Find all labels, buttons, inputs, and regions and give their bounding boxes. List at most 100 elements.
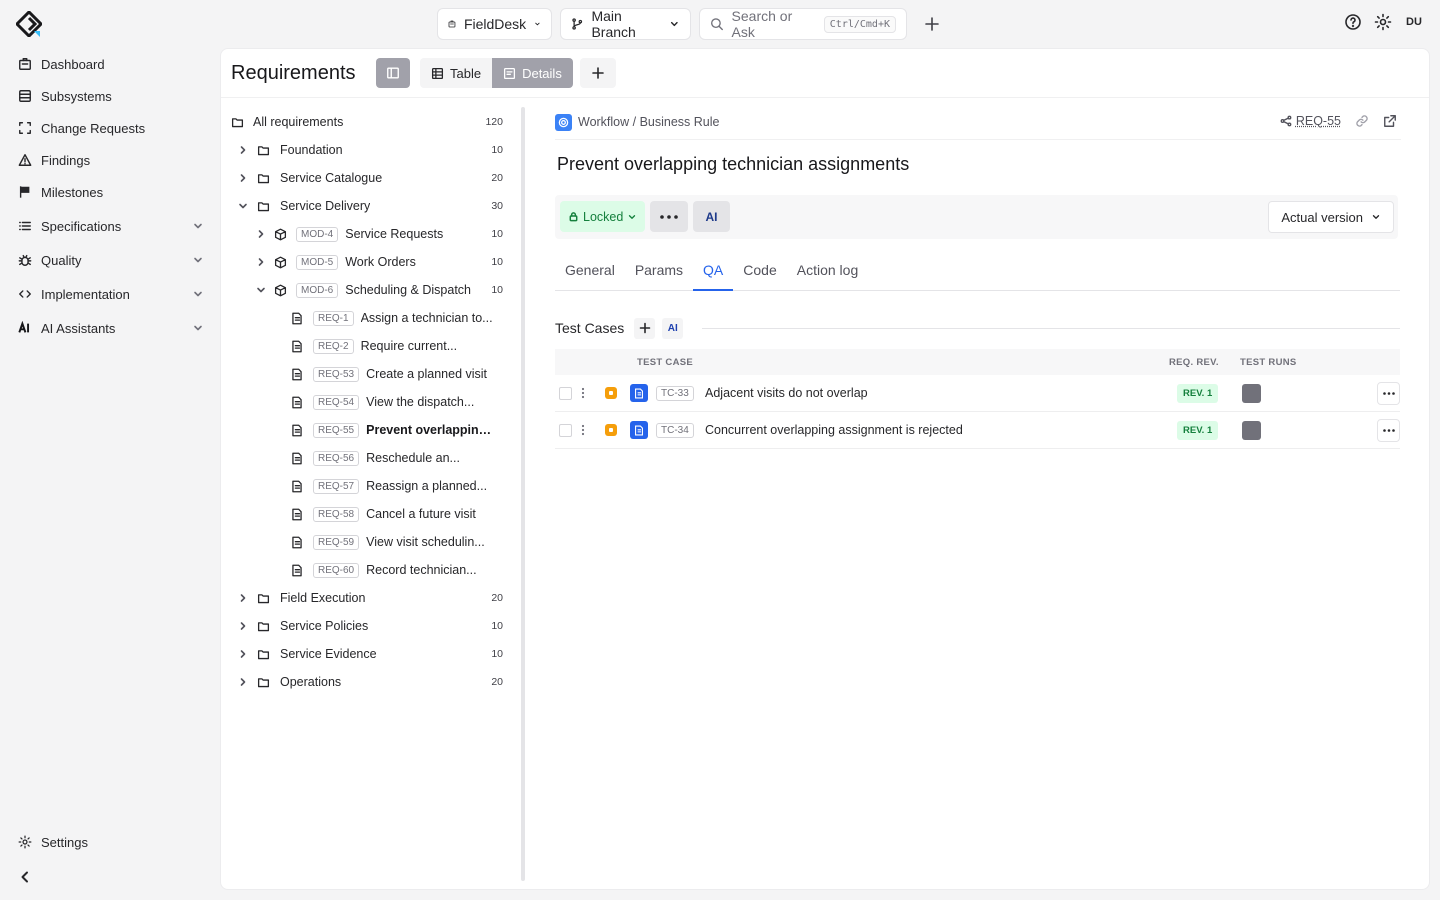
sidebar-item-settings[interactable]: Settings <box>0 826 220 858</box>
status-badge[interactable]: Locked <box>560 201 646 232</box>
tab-table-view[interactable]: Table <box>420 58 493 88</box>
requirement-id: REQ-2 <box>313 338 354 354</box>
tree-folder[interactable]: Operations 20 <box>221 668 511 696</box>
chevron-down-icon <box>629 214 636 219</box>
row-actions-button[interactable] <box>1377 381 1400 405</box>
row-checkbox[interactable] <box>559 423 572 437</box>
open-external-icon[interactable] <box>1383 114 1397 128</box>
add-view-button[interactable] <box>580 58 616 88</box>
tree-count: 120 <box>485 116 503 128</box>
drag-handle-icon[interactable] <box>581 387 585 399</box>
collapse-sidebar-button[interactable] <box>18 870 32 884</box>
tree-folder[interactable]: Field Execution 20 <box>221 584 511 612</box>
tree-folder[interactable]: Service Policies 10 <box>221 612 511 640</box>
tree-requirement[interactable]: REQ-57 Reassign a planned... <box>221 472 511 500</box>
tree-count: 10 <box>491 284 503 296</box>
add-test-case-button[interactable] <box>634 317 656 339</box>
more-actions-button[interactable] <box>650 201 688 232</box>
workspace-switcher[interactable]: FieldDesk <box>437 8 552 40</box>
revision-badge: REV. 1 <box>1177 420 1219 440</box>
tree-requirement[interactable]: REQ-58 Cancel a future visit <box>221 500 511 528</box>
scan-icon <box>19 122 31 134</box>
table-row[interactable]: TC-34 Concurrent overlapping assignment … <box>555 412 1400 449</box>
sidebar-item-quality[interactable]: Quality <box>0 244 220 276</box>
app-logo[interactable] <box>16 11 42 37</box>
tree-folder[interactable]: Service Delivery 30 <box>221 192 511 220</box>
tree-module[interactable]: MOD-6 Scheduling & Dispatch 10 <box>221 276 511 304</box>
tab-action-log[interactable]: Action log <box>787 251 868 291</box>
test-run-status[interactable] <box>1242 420 1261 440</box>
folder-icon <box>257 621 270 631</box>
table-row[interactable]: TC-33 Adjacent visits do not overlap REV… <box>555 375 1400 412</box>
workspace-name: FieldDesk <box>463 16 527 32</box>
tree-requirement-selected[interactable]: REQ-55 Prevent overlapping... <box>221 416 511 444</box>
sidebar-item-ai-assistants[interactable]: AI Assistants <box>0 312 220 344</box>
column-test-case[interactable]: TEST CASE <box>637 357 693 368</box>
tab-params[interactable]: Params <box>625 251 693 291</box>
tree-requirement[interactable]: REQ-54 View the dispatch... <box>221 388 511 416</box>
test-case-name[interactable]: Adjacent visits do not overlap <box>705 386 868 400</box>
tree-module[interactable]: MOD-4 Service Requests 10 <box>221 220 511 248</box>
tree-folder[interactable]: Service Catalogue 20 <box>221 164 511 192</box>
row-actions-button[interactable] <box>1377 418 1400 442</box>
tree-folder[interactable]: Foundation 10 <box>221 136 511 164</box>
column-test-runs[interactable]: TEST RUNS <box>1240 357 1297 368</box>
tree-label: Record technician... <box>366 563 477 577</box>
sidebar-item-milestones[interactable]: Milestones <box>0 176 220 208</box>
ai-assist-button[interactable]: AI <box>693 201 730 232</box>
column-req-rev[interactable]: REQ. REV. <box>1169 357 1219 368</box>
document-icon <box>292 564 302 576</box>
tree-folder[interactable]: Service Evidence 10 <box>221 640 511 668</box>
row-checkbox[interactable] <box>559 386 572 400</box>
document-icon <box>292 340 302 352</box>
tree-label: Reassign a planned... <box>366 479 488 493</box>
tree-label: Create a planned visit <box>366 367 488 381</box>
tree-count: 10 <box>491 228 503 240</box>
sidebar-item-implementation[interactable]: Implementation <box>0 278 220 310</box>
avatar[interactable]: DU <box>1404 16 1424 28</box>
tree-requirement[interactable]: REQ-56 Reschedule an... <box>221 444 511 472</box>
gear-icon[interactable] <box>1374 13 1392 31</box>
pane-resize-handle[interactable] <box>521 107 525 881</box>
tab-details-view[interactable]: Details <box>492 58 573 88</box>
tree-requirement[interactable]: REQ-53 Create a planned visit <box>221 360 511 388</box>
sidebar-item-specifications[interactable]: Specifications <box>0 210 220 242</box>
test-case-name[interactable]: Concurrent overlapping assignment is rej… <box>705 423 963 437</box>
revision-badge: REV. 1 <box>1177 383 1219 403</box>
tree-module[interactable]: MOD-5 Work Orders 10 <box>221 248 511 276</box>
search-input[interactable]: Search or Ask Ctrl/Cmd+K <box>699 8 907 40</box>
tree-requirement[interactable]: REQ-2 Require current... <box>221 332 511 360</box>
ellipsis-icon <box>1382 391 1395 395</box>
requirement-id: REQ-60 <box>313 562 360 578</box>
document-icon <box>292 536 302 548</box>
ai-generate-tests-button[interactable]: AI <box>662 317 684 339</box>
tree-label: Prevent overlapping... <box>366 423 497 437</box>
branch-switcher[interactable]: Main Branch <box>560 8 691 40</box>
requirement-id: REQ-58 <box>313 506 360 522</box>
tree-root[interactable]: All requirements 120 <box>221 108 511 136</box>
document-icon <box>292 508 302 520</box>
sidebar-item-subsystems[interactable]: Subsystems <box>0 80 220 112</box>
ai-icon: AI <box>667 322 678 334</box>
sidebar-item-change-requests[interactable]: Change Requests <box>0 112 220 144</box>
sidebar-item-dashboard[interactable]: Dashboard <box>0 48 220 80</box>
link-icon[interactable] <box>1355 114 1369 128</box>
toggle-tree-button[interactable] <box>376 58 410 88</box>
test-run-status[interactable] <box>1242 383 1261 403</box>
tab-general[interactable]: General <box>555 251 625 291</box>
tab-code[interactable]: Code <box>733 251 786 291</box>
drag-handle-icon[interactable] <box>581 424 585 436</box>
help-icon[interactable] <box>1344 13 1362 31</box>
create-button[interactable] <box>921 13 943 35</box>
tree-requirement[interactable]: REQ-59 View visit schedulin... <box>221 528 511 556</box>
version-select[interactable]: Actual version <box>1268 201 1394 233</box>
search-placeholder: Search or Ask <box>731 8 793 40</box>
status-label: Locked <box>583 209 624 224</box>
sidebar-item-label: Subsystems <box>41 88 112 104</box>
requirement-id-link[interactable]: REQ-55 <box>1280 114 1341 128</box>
tree-requirement[interactable]: REQ-1 Assign a technician to... <box>221 304 511 332</box>
sidebar-item-findings[interactable]: Findings <box>0 144 220 176</box>
tab-qa[interactable]: QA <box>693 251 734 291</box>
tree-requirement[interactable]: REQ-60 Record technician... <box>221 556 511 584</box>
requirement-toolbar: Locked AI Actual version <box>555 195 1398 239</box>
